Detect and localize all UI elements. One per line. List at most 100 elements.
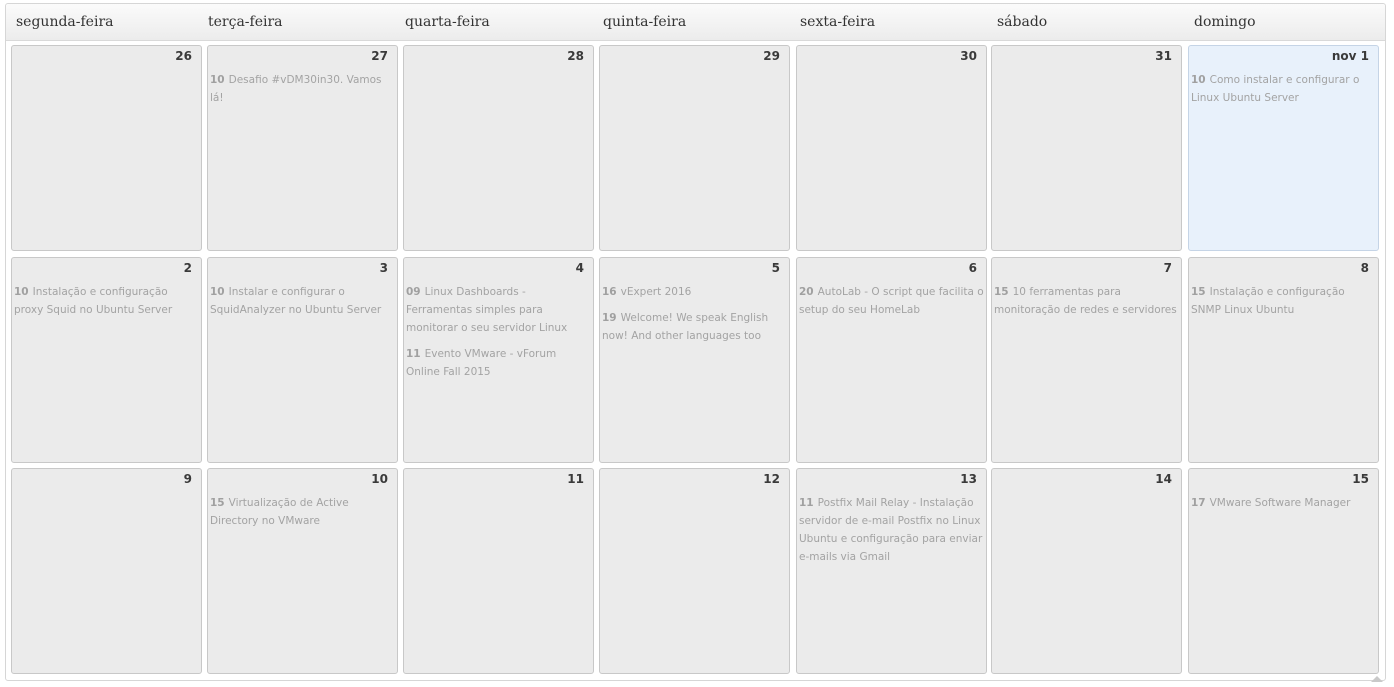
event-list: 15 Virtualização de Active Directory no V… — [210, 494, 395, 538]
day-cell[interactable]: 28 — [403, 45, 594, 251]
event-title[interactable]: 10 ferramentas para monitoração de redes… — [994, 286, 1177, 316]
weekday-monday: segunda-feira — [16, 14, 114, 30]
event-title[interactable]: Welcome! We speak English now! And other… — [602, 312, 768, 342]
day-number: 30 — [960, 49, 977, 63]
event-time: 10 — [210, 74, 225, 86]
event-list: 11 Postfix Mail Relay - Instalação servid… — [799, 494, 984, 574]
day-cell[interactable]: 7 15 10 ferramentas para monitoração de re… — [991, 257, 1182, 463]
event-time: 20 — [799, 286, 814, 298]
event-list: 10 Instalar e configurar o SquidAnalyzer … — [210, 283, 395, 327]
day-number: 7 — [1163, 261, 1172, 275]
event-title[interactable]: VMware Software Manager — [1210, 497, 1351, 509]
day-cell[interactable]: 8 15 Instalação e configuração SNMP Linux … — [1188, 257, 1379, 463]
event-list: 09 Linux Dashboards - Ferramentas simples… — [406, 283, 591, 389]
day-number: 4 — [575, 261, 584, 275]
weekday-wednesday: quarta-feira — [405, 14, 490, 30]
event-item[interactable]: 09 Linux Dashboards - Ferramentas simples… — [406, 283, 591, 337]
day-number: 26 — [175, 49, 192, 63]
day-number: 8 — [1360, 261, 1369, 275]
event-item[interactable]: 15 Instalação e configuração SNMP Linux U… — [1191, 283, 1376, 319]
event-title[interactable]: Virtualização de Active Directory no VMw… — [210, 497, 349, 527]
event-time: 19 — [602, 312, 617, 324]
event-list: 17 VMware Software Manager — [1191, 494, 1376, 520]
day-cell[interactable]: 12 — [599, 468, 790, 674]
day-number: 12 — [763, 472, 780, 486]
weekday-saturday: sábado — [997, 14, 1048, 30]
event-item[interactable]: 20 AutoLab - O script que facilita o setu… — [799, 283, 984, 319]
day-cell[interactable]: 9 — [11, 468, 202, 674]
event-list: 20 AutoLab - O script que facilita o setu… — [799, 283, 984, 327]
event-item[interactable]: 11 Evento VMware - vForum Online Fall 201… — [406, 345, 591, 381]
event-time: 15 — [210, 497, 225, 509]
day-number: 15 — [1352, 472, 1369, 486]
event-item[interactable]: 11 Postfix Mail Relay - Instalação servid… — [799, 494, 984, 566]
event-item[interactable]: 10 Como instalar e configurar o Linux Ubu… — [1191, 71, 1376, 107]
day-number: 31 — [1155, 49, 1172, 63]
day-number: 14 — [1155, 472, 1172, 486]
event-time: 16 — [602, 286, 617, 298]
event-time: 10 — [210, 286, 225, 298]
weekday-thursday: quinta-feira — [603, 14, 687, 30]
event-item[interactable]: 15 10 ferramentas para monitoração de red… — [994, 283, 1179, 319]
event-item[interactable]: 19 Welcome! We speak English now! And oth… — [602, 309, 787, 345]
day-number: 6 — [968, 261, 977, 275]
day-number: 9 — [183, 472, 192, 486]
weekday-sunday: domingo — [1194, 14, 1256, 30]
event-list: 10 Instalação e configuração proxy Squid … — [14, 283, 199, 327]
event-item[interactable]: 17 VMware Software Manager — [1191, 494, 1376, 512]
day-number: 2 — [183, 261, 192, 275]
day-cell[interactable]: 10 15 Virtualização de Active Directory no… — [207, 468, 398, 674]
event-title[interactable]: Linux Dashboards - Ferramentas simples p… — [406, 286, 567, 334]
event-time: 17 — [1191, 497, 1206, 509]
day-cell[interactable]: 29 — [599, 45, 790, 251]
event-item[interactable]: 16 vExpert 2016 — [602, 283, 787, 301]
event-title[interactable]: Instalar e configurar o SquidAnalyzer no… — [210, 286, 381, 316]
event-list: 10 Como instalar e configurar o Linux Ubu… — [1191, 71, 1376, 115]
weekday-tuesday: terça-feira — [208, 14, 283, 30]
event-time: 10 — [14, 286, 29, 298]
day-number: 28 — [567, 49, 584, 63]
weekday-header: segunda-feira terça-feira quarta-feira q… — [6, 4, 1385, 41]
weekday-friday: sexta-feira — [800, 14, 876, 30]
event-time: 15 — [1191, 286, 1206, 298]
scroll-up-arrow-icon[interactable] — [1371, 676, 1383, 682]
event-time: 11 — [406, 348, 421, 360]
event-time: 15 — [994, 286, 1009, 298]
day-cell[interactable]: 31 — [991, 45, 1182, 251]
event-title[interactable]: Evento VMware - vForum Online Fall 2015 — [406, 348, 556, 378]
day-number: 3 — [379, 261, 388, 275]
day-cell[interactable]: nov 1 10 Como instalar e configurar o Linu… — [1188, 45, 1379, 251]
event-time: 10 — [1191, 74, 1206, 86]
day-cell[interactable]: 13 11 Postfix Mail Relay - Instalação serv… — [796, 468, 987, 674]
day-cell[interactable]: 3 10 Instalar e configurar o SquidAnalyzer… — [207, 257, 398, 463]
day-number: 11 — [567, 472, 584, 486]
day-cell[interactable]: 11 — [403, 468, 594, 674]
event-item[interactable]: 15 Virtualização de Active Directory no V… — [210, 494, 395, 530]
event-time: 09 — [406, 286, 421, 298]
event-title[interactable]: AutoLab - O script que facilita o setup … — [799, 286, 984, 316]
event-title[interactable]: Desafio #vDM30in30. Vamos lá! — [210, 74, 382, 104]
day-number: 13 — [960, 472, 977, 486]
day-number: 27 — [371, 49, 388, 63]
day-cell[interactable]: 14 — [991, 468, 1182, 674]
event-title[interactable]: Postfix Mail Relay - Instalação servidor… — [799, 497, 982, 563]
day-cell[interactable]: 5 16 vExpert 2016 19 Welcome! We speak Engli… — [599, 257, 790, 463]
event-item[interactable]: 10 Instalar e configurar o SquidAnalyzer … — [210, 283, 395, 319]
day-cell[interactable]: 6 20 AutoLab - O script que facilita o set… — [796, 257, 987, 463]
event-item[interactable]: 10 Instalação e configuração proxy Squid … — [14, 283, 199, 319]
day-cell[interactable]: 27 10 Desafio #vDM30in30. Vamos lá! — [207, 45, 398, 251]
day-cell[interactable]: 4 09 Linux Dashboards - Ferramentas simple… — [403, 257, 594, 463]
event-title[interactable]: Instalação e configuração SNMP Linux Ubu… — [1191, 286, 1345, 316]
day-number: 5 — [771, 261, 780, 275]
day-cell[interactable]: 26 — [11, 45, 202, 251]
event-title[interactable]: Instalação e configuração proxy Squid no… — [14, 286, 172, 316]
event-list: 10 Desafio #vDM30in30. Vamos lá! — [210, 71, 395, 115]
event-title[interactable]: vExpert 2016 — [621, 286, 692, 298]
event-list: 16 vExpert 2016 19 Welcome! We speak Englis… — [602, 283, 787, 353]
day-cell[interactable]: 15 17 VMware Software Manager — [1188, 468, 1379, 674]
event-title[interactable]: Como instalar e configurar o Linux Ubunt… — [1191, 74, 1359, 104]
event-item[interactable]: 10 Desafio #vDM30in30. Vamos lá! — [210, 71, 395, 107]
day-cell[interactable]: 30 — [796, 45, 987, 251]
day-cell[interactable]: 2 10 Instalação e configuração proxy Squid… — [11, 257, 202, 463]
event-list: 15 Instalação e configuração SNMP Linux U… — [1191, 283, 1376, 327]
